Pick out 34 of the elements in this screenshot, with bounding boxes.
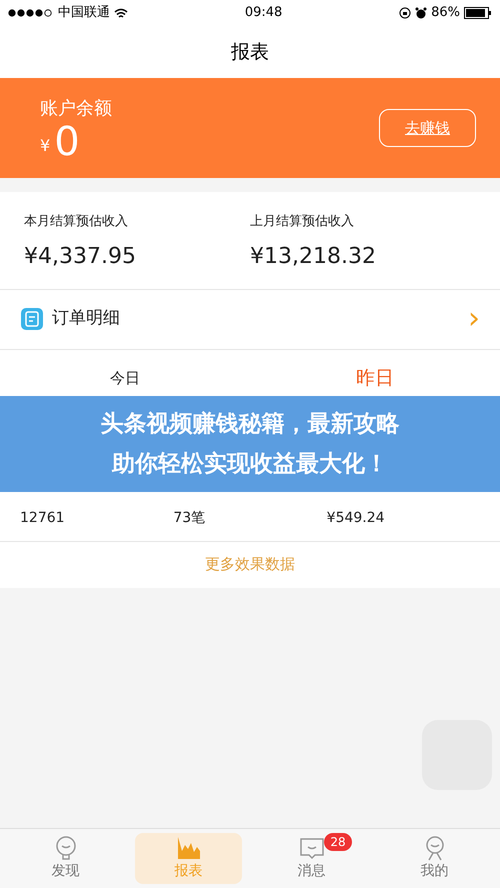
- signal-icon: [8, 9, 54, 17]
- battery-icon: [464, 7, 492, 19]
- rotation-lock-icon: [399, 7, 412, 19]
- tab-bar-item[interactable]: 我的: [381, 833, 488, 884]
- day-tab[interactable]: 今日: [0, 367, 250, 390]
- carrier-name: 中国联通: [58, 4, 110, 22]
- stat-label: 本月结算预估收入: [24, 213, 129, 231]
- order-detail-row[interactable]: 订单明细 ›: [0, 290, 500, 350]
- unread-badge: 28: [324, 833, 352, 851]
- earn-button[interactable]: 去赚钱: [379, 109, 476, 147]
- tab-bar-item[interactable]: 发现: [12, 833, 119, 884]
- headline-text: 头条视频赚钱秘籍，最新攻略: [100, 410, 400, 439]
- battery-percent: 86%: [431, 4, 460, 22]
- stat-label: 上月结算预估收入: [250, 213, 355, 231]
- more-data-link[interactable]: 更多效果数据: [205, 553, 295, 576]
- order-detail-label: 订单明细: [52, 307, 121, 330]
- chart-icon: [176, 835, 202, 861]
- document-icon: [20, 307, 44, 331]
- balance-label: 账户余额: [40, 96, 112, 120]
- chevron: ›: [468, 304, 480, 334]
- page-title: 报表: [231, 40, 269, 65]
- alarm-icon: [415, 7, 428, 19]
- headline-text: 助你轻松实现收益最大化！: [112, 450, 388, 479]
- metric-value: 12761: [20, 508, 66, 528]
- metric-value: ¥549.24: [326, 508, 386, 528]
- currency-symbol: ¥: [40, 134, 50, 156]
- wifi-icon: [114, 8, 128, 18]
- balance-amount: 0: [54, 122, 80, 162]
- day-tab[interactable]: 昨日: [250, 364, 500, 393]
- tab-bar-item[interactable]: 消息 28: [258, 833, 365, 884]
- stat-value: ¥13,218.32: [250, 242, 377, 270]
- stat-value: ¥4,337.95: [24, 242, 137, 270]
- metric-value: 73笔: [173, 508, 206, 528]
- clock-time: 09:48: [244, 4, 282, 22]
